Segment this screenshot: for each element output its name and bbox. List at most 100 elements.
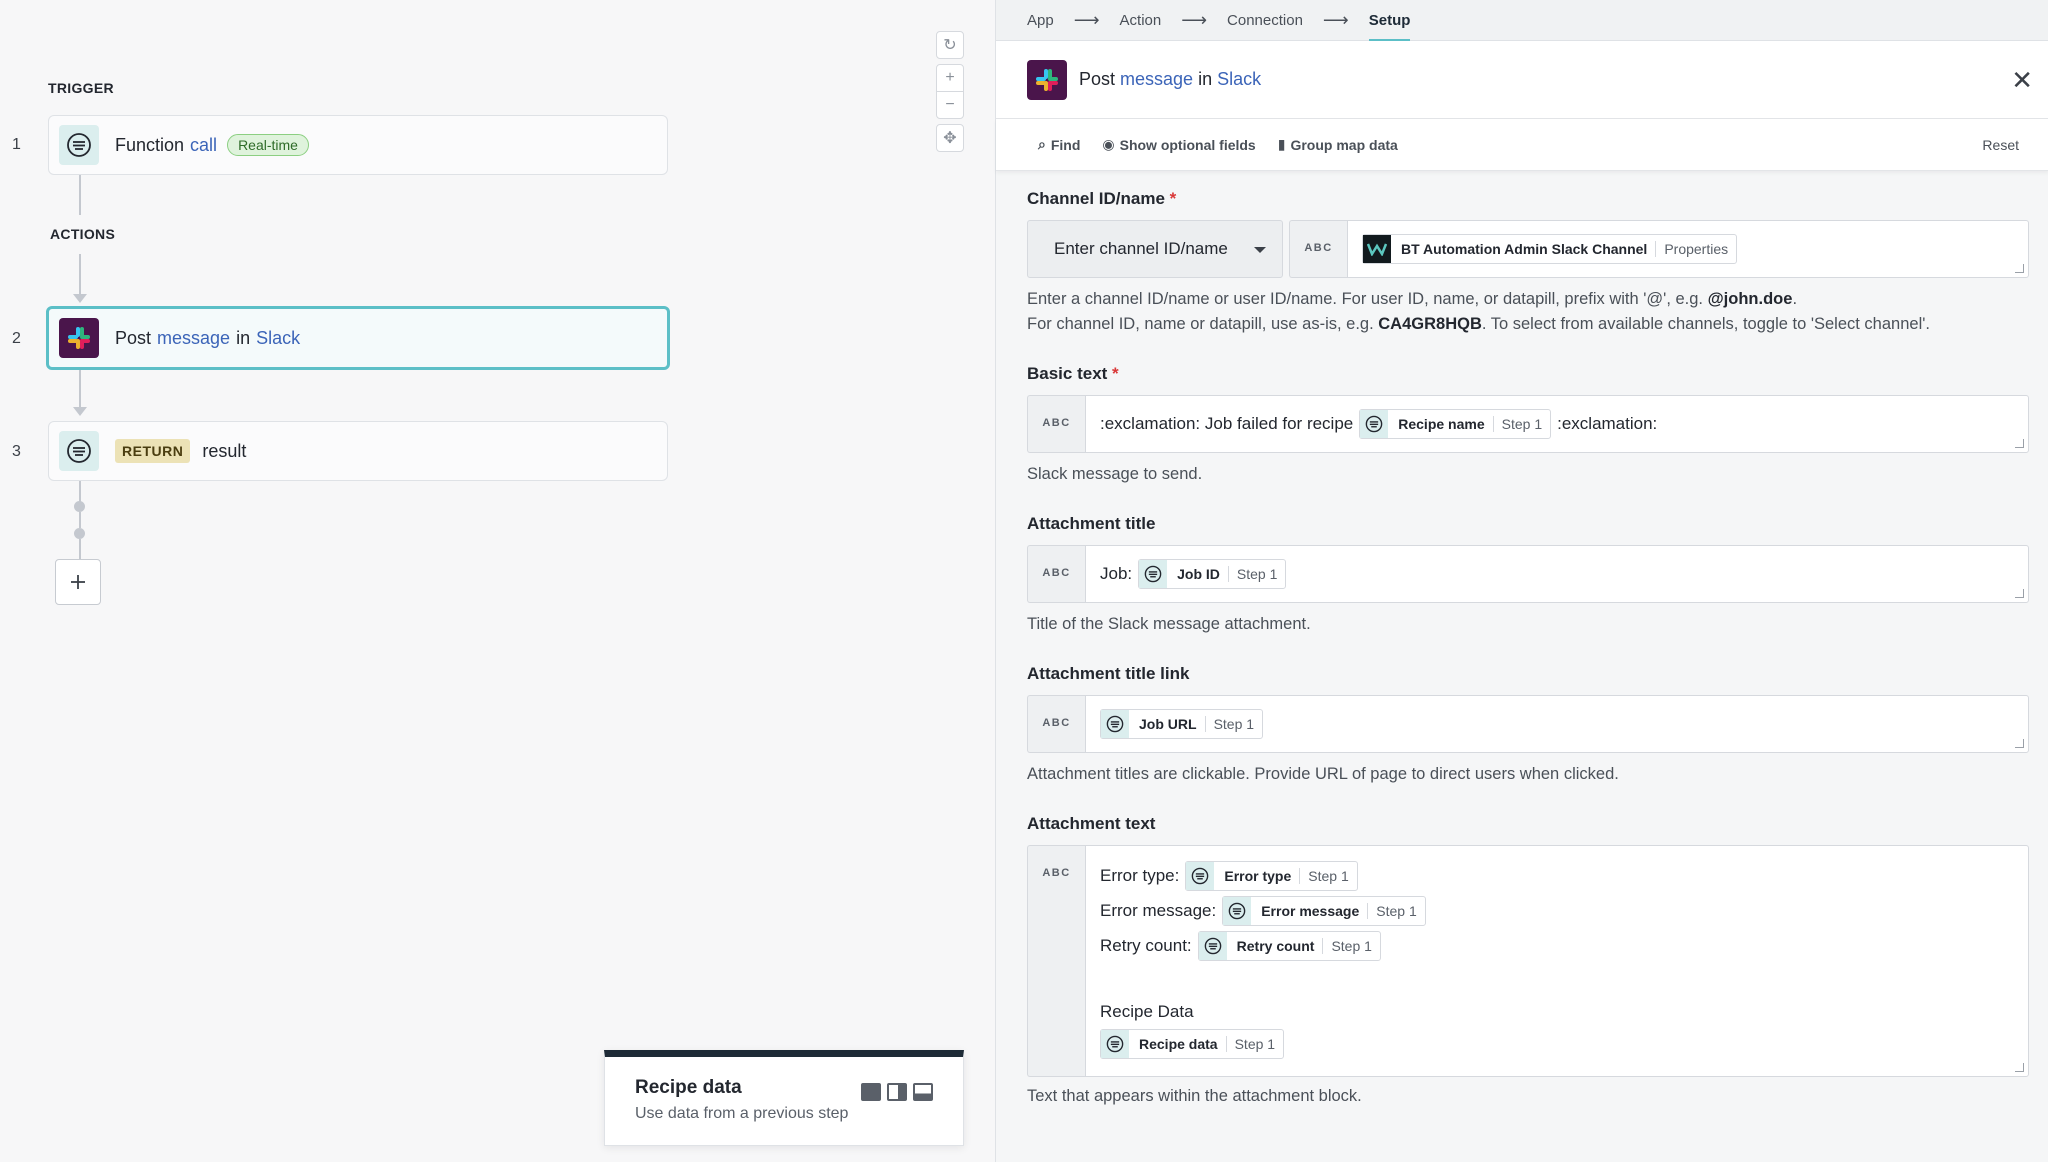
datapill[interactable]: Error message Step 1 (1222, 895, 1426, 926)
input-text: Job: (1100, 564, 1133, 583)
datapill[interactable]: Retry count Step 1 (1197, 930, 1381, 961)
input-text: Recipe Data (1100, 1001, 1194, 1021)
datapill-name: Job ID (1177, 566, 1220, 582)
function-icon (1360, 410, 1389, 438)
step-app-link[interactable]: Slack (256, 328, 300, 349)
fit-view-button[interactable]: ✥ (936, 124, 964, 152)
datapill[interactable]: Job URL Step 1 (1100, 709, 1264, 739)
attachment-title-link-input[interactable]: Job URL Step 1 (1085, 695, 2029, 753)
datapill-step: Properties (1655, 241, 1736, 257)
trigger-label: TRIGGER (48, 80, 114, 96)
attachment-text-label: Attachment text (1027, 814, 1156, 833)
attachment-text-line: Recipe Data (1100, 994, 2014, 1029)
setup-form: Channel ID/name * Enter channel ID/name … (1027, 171, 2029, 1109)
datapill-name: Error message (1261, 902, 1360, 919)
group-map-data-button[interactable]: ▮ Group map data (1278, 136, 1398, 153)
find-button[interactable]: ⌕ Find (1038, 136, 1080, 153)
group-label: Group map data (1290, 136, 1398, 153)
minus-icon: − (945, 96, 955, 113)
step-mid-word: in (236, 327, 251, 348)
connector-arrow (73, 407, 87, 416)
datapill[interactable]: Recipe name Step 1 (1359, 409, 1552, 439)
slack-icon (59, 318, 99, 358)
zoom-out-button[interactable]: − (936, 91, 964, 119)
header-app-link[interactable]: Slack (1217, 69, 1261, 90)
header-object-link[interactable]: message (1120, 69, 1193, 90)
step-post-message-slack[interactable]: Post message in Slack (46, 306, 670, 370)
connector-dot (74, 501, 85, 512)
text-type-icon: ABC (1289, 220, 1347, 278)
layout-split-icon[interactable] (887, 1083, 907, 1101)
setup-toolbar: ⌕ Find ◉ Show optional fields ▮ Group map d… (996, 119, 2048, 171)
attachment-text-line: Recipe data Step 1 (1100, 1026, 2014, 1061)
input-text: Error type: (1100, 865, 1180, 885)
slack-icon (1027, 59, 1067, 100)
show-optional-fields-button[interactable]: ◉ Show optional fields (1102, 136, 1255, 153)
datapill-name: Recipe name (1398, 416, 1485, 432)
datapill-step: Step 1 (1299, 867, 1356, 884)
attachment-text-help: Text that appears within the attachment … (1027, 1087, 1362, 1105)
step-object-link[interactable]: message (157, 328, 230, 349)
step-return-result[interactable]: RETURN result (48, 421, 668, 481)
reset-view-button[interactable]: ↻ (936, 31, 964, 59)
realtime-badge: Real-time (227, 134, 309, 156)
datapill[interactable]: Error type Step 1 (1185, 860, 1358, 891)
attachment-title-label: Attachment title (1027, 514, 1156, 533)
input-text: :exclamation: Job failed for recipe (1100, 414, 1354, 433)
step-number: 3 (12, 443, 21, 460)
step-number: 1 (12, 136, 21, 153)
crumb-app[interactable]: App (1027, 12, 1054, 29)
datapill[interactable]: BT Automation Admin Slack Channel Proper… (1362, 234, 1738, 264)
step-action-word: Function (115, 134, 185, 155)
datapill-name: Retry count (1236, 937, 1315, 954)
step-function-call[interactable]: Function call Real-time (48, 115, 668, 175)
channel-mode-select[interactable]: Enter channel ID/name (1027, 220, 1283, 278)
step-number: 2 (12, 330, 21, 347)
basic-text-help: Slack message to send. (1027, 465, 1203, 483)
function-icon (59, 431, 99, 471)
arrow-right-icon: ⟶ (1073, 9, 1100, 30)
crumb-connection[interactable]: Connection (1227, 12, 1303, 29)
datapill-step: Step 1 (1204, 716, 1262, 732)
reset-button[interactable]: Reset (1982, 137, 2019, 153)
attachment-title-help: Title of the Slack message attachment. (1027, 615, 1311, 633)
wizard-breadcrumb: App ⟶ Action ⟶ Connection ⟶ Setup (996, 0, 2048, 42)
step-header-title: Post message in Slack (1079, 69, 1261, 90)
function-icon (1186, 861, 1215, 890)
datapill-name: Job URL (1139, 716, 1197, 732)
layout-full-icon[interactable] (861, 1083, 881, 1101)
channel-input[interactable]: BT Automation Admin Slack Channel Proper… (1347, 220, 2029, 278)
crumb-action[interactable]: Action (1120, 12, 1162, 29)
function-icon (59, 125, 99, 165)
attachment-text-line: Retry count: Retry count Step 1 (1100, 928, 2014, 963)
step-setup-panel: App ⟶ Action ⟶ Connection ⟶ Setup Post m… (995, 0, 2048, 1162)
find-label: Find (1050, 136, 1081, 153)
add-step-button[interactable] (55, 559, 101, 605)
datapill-name: BT Automation Admin Slack Channel (1401, 241, 1648, 257)
crumb-setup[interactable]: Setup (1368, 12, 1410, 42)
datapill[interactable]: Job ID Step 1 (1138, 559, 1287, 589)
attachment-title-link-label: Attachment title link (1027, 664, 1190, 683)
recipe-canvas: TRIGGER 1 Function call Real-time ACTION… (0, 0, 995, 1162)
layout-bottom-icon[interactable] (913, 1083, 933, 1101)
step-object-link[interactable]: call (190, 135, 217, 156)
channel-field-label: Channel ID/name * (1027, 189, 1177, 208)
input-text: Retry count: (1100, 935, 1192, 955)
text-type-icon: ABC (1027, 395, 1085, 453)
attachment-text-input[interactable]: Error type: Error type Step 1 Error mess… (1085, 845, 2029, 1077)
move-icon: ✥ (943, 130, 957, 147)
function-icon (1198, 931, 1227, 960)
datapill-step: Step 1 (1367, 902, 1424, 919)
connector-line (79, 512, 81, 528)
eye-icon: ◉ (1102, 136, 1115, 152)
close-icon[interactable]: ✕ (2011, 65, 2033, 96)
zoom-in-button[interactable]: + (936, 64, 964, 92)
attachment-title-input[interactable]: Job: Job ID Step 1 (1085, 545, 2029, 603)
refresh-icon: ↻ (943, 37, 957, 54)
datapill[interactable]: Recipe data Step 1 (1100, 1028, 1285, 1059)
datapill-step: Step 1 (1225, 1035, 1283, 1052)
search-icon: ⌕ (1038, 136, 1046, 152)
basic-text-input[interactable]: :exclamation: Job failed for recipe Reci… (1085, 395, 2029, 453)
function-icon (1139, 560, 1168, 588)
recipe-data-panel[interactable]: Recipe data Use data from a previous ste… (604, 1050, 964, 1146)
